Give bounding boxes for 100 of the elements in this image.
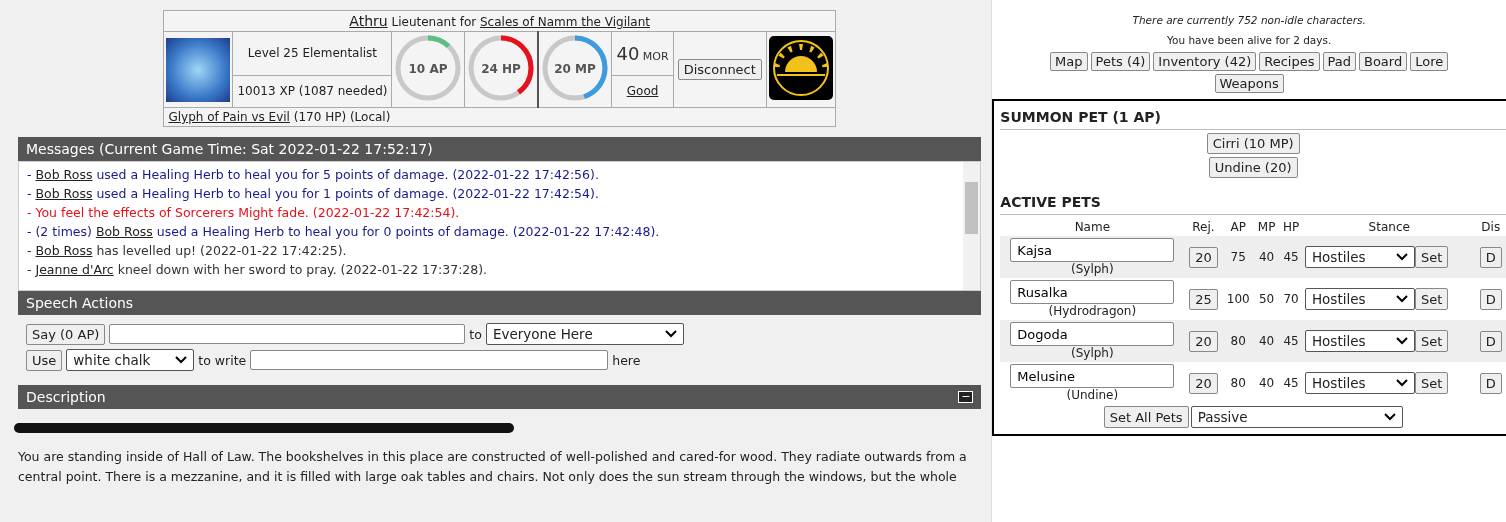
stat-gauge: 24 HP bbox=[468, 35, 535, 101]
say-button[interactable]: Say (0 AP) bbox=[26, 323, 106, 345]
set-button[interactable]: Set bbox=[1414, 246, 1449, 268]
disconnect-button[interactable]: Disconnect bbox=[677, 59, 762, 80]
stance-dropdown[interactable]: Hostiles bbox=[1304, 288, 1415, 310]
set-button[interactable]: Set bbox=[1414, 288, 1449, 310]
pet-ap: 75 bbox=[1230, 250, 1246, 264]
write-input[interactable] bbox=[250, 350, 609, 370]
pet-name-input[interactable]: Rusalka bbox=[1010, 280, 1175, 304]
chevron-down-icon bbox=[175, 356, 188, 364]
sunrise-logo-icon bbox=[768, 36, 833, 100]
player-link[interactable]: Bob Ross bbox=[95, 224, 153, 239]
pet-species: (Hydrodragon) bbox=[1048, 304, 1137, 318]
stance-dropdown[interactable]: Hostiles bbox=[1304, 330, 1415, 352]
nav-button[interactable]: Weapons bbox=[1214, 74, 1284, 93]
alive-time: You have been alive for 2 days. bbox=[1167, 33, 1332, 48]
portrait-picture bbox=[166, 37, 231, 102]
pet-hp: 45 bbox=[1283, 250, 1299, 264]
messages-header: Messages (Current Game Time: Sat 2022-01-22 17:52:17) bbox=[18, 137, 982, 161]
dismiss-button[interactable]: D bbox=[1479, 372, 1502, 394]
nav-button[interactable]: Map bbox=[1050, 52, 1088, 71]
set-all-pets-button[interactable]: Set All Pets bbox=[1103, 406, 1189, 428]
player-link[interactable]: Jeanne d'Arc bbox=[35, 262, 114, 277]
rejuvenate-button[interactable]: 20 bbox=[1189, 246, 1218, 268]
character-title: Athru Lieutenant for Scales of Namm the Vigilant bbox=[349, 15, 650, 29]
description-title: Description bbox=[26, 389, 106, 405]
message-line: - Bob Ross used a Healing Herb to heal you for 1 points of damage. (2022-01-22 17:42:54). bbox=[27, 185, 600, 203]
message-line: - Bob Ross has levelled up! (2022-01-22 17:42:25). bbox=[27, 242, 348, 260]
nav-button[interactable]: Lore bbox=[1410, 52, 1449, 71]
rejuvenate-button[interactable]: 20 bbox=[1189, 330, 1218, 352]
active-pets-heading: ACTIVE PETS bbox=[1000, 194, 1506, 215]
pet-name-input[interactable]: Melusine bbox=[1010, 364, 1175, 388]
pet-name-input[interactable]: Dogoda bbox=[1010, 322, 1175, 346]
chevron-down-icon bbox=[1395, 253, 1408, 261]
chevron-down-icon bbox=[1395, 295, 1408, 303]
message-line: - You feel the effects of Sorcerers Might fade. (2022-01-22 17:42:54). bbox=[27, 204, 461, 222]
all-stance-dropdown[interactable]: Passive bbox=[1190, 406, 1403, 428]
use-button[interactable]: Use bbox=[26, 349, 63, 371]
chevron-down-icon bbox=[664, 330, 677, 338]
column-header: Rej. bbox=[1192, 220, 1215, 234]
player-link[interactable]: Bob Ross bbox=[35, 167, 93, 182]
active-effect: Glyph of Pain vs Evil (170 HP) (Local) bbox=[168, 110, 391, 124]
rejuvenate-button[interactable]: 20 bbox=[1189, 372, 1218, 394]
column-header: Name bbox=[1074, 220, 1111, 234]
nav-button[interactable]: Inventory (42) bbox=[1153, 52, 1257, 71]
chevron-down-icon bbox=[1383, 413, 1396, 421]
description-text: You are standing inside of Hall of Law. The bookshelves in this place are constructed of well-polished and cared-for wood. They radiate outwards from a central point. There is a mezzanine, and it is filled with large oak tables and chairs. Not only does the sun stream through the windows, but the whole bbox=[18, 448, 968, 486]
nav-button[interactable]: Recipes bbox=[1259, 52, 1320, 71]
dismiss-button[interactable]: D bbox=[1479, 330, 1502, 352]
summon-heading: SUMMON PET (1 AP) bbox=[1000, 109, 1506, 130]
pet-ap: 80 bbox=[1230, 376, 1246, 390]
message-line: - Jeanne d'Arc kneel down with her sword to pray. (2022-01-22 17:37:28). bbox=[27, 261, 489, 279]
nav-button[interactable]: Pad bbox=[1322, 52, 1356, 71]
pet-hp: 45 bbox=[1283, 376, 1299, 390]
column-header: Dis bbox=[1481, 220, 1501, 234]
set-button[interactable]: Set bbox=[1414, 372, 1449, 394]
pet-species: (Undine) bbox=[1066, 388, 1119, 402]
column-header: Stance bbox=[1368, 220, 1410, 234]
faction-link[interactable]: Scales of Namm the Vigilant bbox=[480, 15, 650, 29]
dismiss-button[interactable]: D bbox=[1479, 246, 1502, 268]
nav-button[interactable]: Board bbox=[1359, 52, 1408, 71]
stat-gauge: 20 MP bbox=[542, 35, 609, 101]
dismiss-button[interactable]: D bbox=[1479, 288, 1502, 310]
message-line: - Bob Ross used a Healing Herb to heal you for 5 points of damage. (2022-01-22 17:42:56). bbox=[27, 166, 600, 184]
summon-button[interactable]: Undine (20) bbox=[1208, 157, 1298, 178]
pet-species: (Sylph) bbox=[1071, 346, 1114, 360]
rejuvenate-button[interactable]: 25 bbox=[1189, 288, 1218, 310]
to-label: to bbox=[469, 326, 482, 342]
morale-value: 40 MOR bbox=[616, 49, 669, 63]
to-write-label: to write bbox=[198, 352, 247, 368]
tool-dropdown[interactable]: white chalk bbox=[66, 349, 195, 371]
pet-mp: 40 bbox=[1258, 334, 1275, 348]
scrollbar[interactable] bbox=[963, 162, 981, 290]
effect-link[interactable]: Glyph of Pain vs Evil bbox=[168, 110, 290, 124]
level-label: Level 25 Elementalist bbox=[247, 46, 378, 61]
column-header: AP bbox=[1230, 220, 1246, 234]
pet-ap: 80 bbox=[1230, 334, 1246, 348]
pet-hp: 70 bbox=[1283, 292, 1299, 306]
speech-input[interactable] bbox=[109, 324, 466, 344]
player-link[interactable]: Bob Ross bbox=[35, 243, 93, 258]
pet-species: (Sylph) bbox=[1071, 262, 1114, 276]
nav-button[interactable]: Pets (4) bbox=[1090, 52, 1151, 71]
column-header: HP bbox=[1282, 220, 1300, 234]
stance-dropdown[interactable]: Hostiles bbox=[1304, 246, 1415, 268]
set-button[interactable]: Set bbox=[1414, 330, 1449, 352]
chevron-down-icon bbox=[1395, 337, 1408, 345]
experience-label: 10013 XP (1087 needed) bbox=[237, 84, 388, 99]
collapse-button[interactable]: − bbox=[958, 391, 974, 403]
pet-mp: 40 bbox=[1258, 250, 1275, 264]
pet-mp: 40 bbox=[1258, 376, 1275, 390]
online-count: There are currently 752 non-idle characters. bbox=[1132, 13, 1366, 28]
column-header: MP bbox=[1257, 220, 1276, 234]
summon-button[interactable]: Cirri (10 MP) bbox=[1206, 133, 1300, 154]
target-dropdown[interactable]: Everyone Here bbox=[485, 323, 684, 345]
pet-hp: 45 bbox=[1283, 334, 1299, 348]
speech-actions-header: Speech Actions bbox=[18, 291, 982, 315]
character-name-link[interactable]: Athru bbox=[349, 13, 388, 29]
stance-dropdown[interactable]: Hostiles bbox=[1304, 372, 1415, 394]
pet-name-input[interactable]: Kajsa bbox=[1010, 238, 1175, 262]
player-link[interactable]: Bob Ross bbox=[35, 186, 93, 201]
